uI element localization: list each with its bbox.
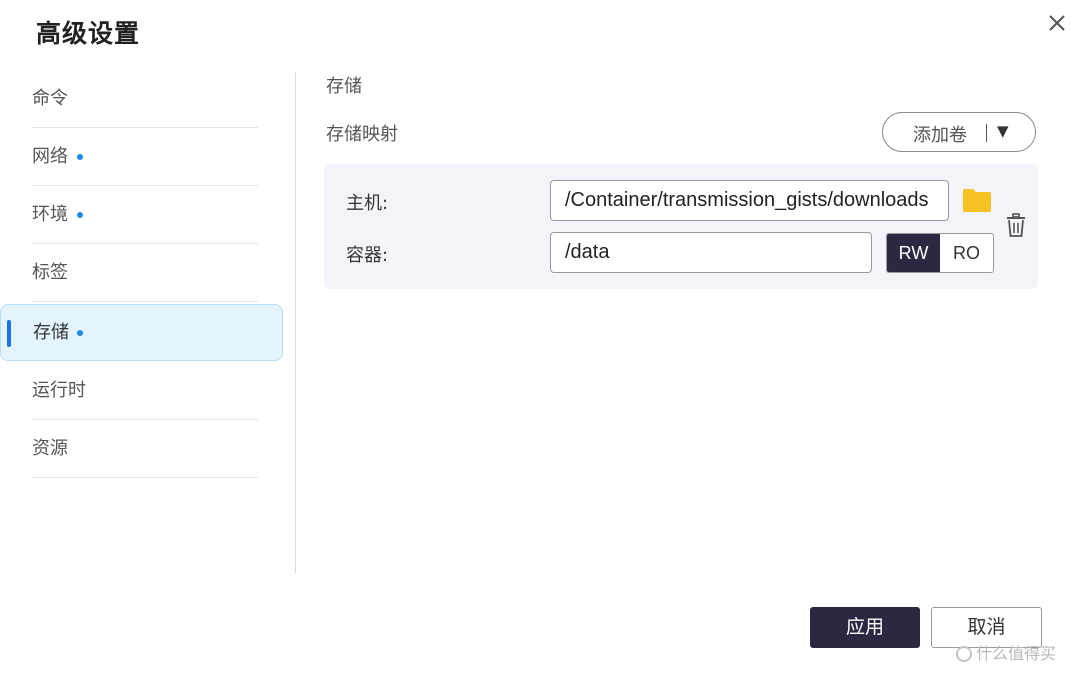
add-volume-button[interactable]: 添加卷 ▼ <box>882 112 1036 152</box>
modified-dot <box>77 212 83 218</box>
container-path-input[interactable] <box>550 232 872 273</box>
sidebar-item-label: 存储 <box>33 322 69 343</box>
sidebar-item-label: 资源 <box>32 438 68 459</box>
section-title: 存储 <box>326 76 362 97</box>
mode-rw-button[interactable]: RW <box>887 234 940 272</box>
sidebar-item-storage[interactable]: 存储 <box>0 304 283 361</box>
sidebar-item-label: 标签 <box>32 262 68 283</box>
sidebar-item-label: 运行时 <box>32 380 86 401</box>
sidebar-item-label: 命令 <box>32 88 68 109</box>
storage-mapping-title: 存储映射 <box>326 124 398 145</box>
sidebar-divider <box>295 72 296 573</box>
sidebar-item-label: 网络 <box>32 146 68 167</box>
sidebar-item-network[interactable]: 网络 <box>0 128 283 186</box>
container-label: 容器: <box>346 245 389 266</box>
watermark-text: 什么值得买 <box>976 644 1057 663</box>
caret-down-icon[interactable]: ▼ <box>997 122 1009 140</box>
sidebar-item-labels[interactable]: 标签 <box>0 244 283 302</box>
sidebar-item-resources[interactable]: 资源 <box>0 420 283 478</box>
mode-ro-button[interactable]: RO <box>940 234 993 272</box>
add-volume-label: 添加卷 <box>913 125 967 146</box>
sidebar-item-environment[interactable]: 环境 <box>0 186 283 244</box>
apply-button[interactable]: 应用 <box>810 607 920 648</box>
modified-dot <box>77 154 83 160</box>
active-indicator <box>7 320 11 347</box>
button-separator <box>986 124 987 142</box>
close-icon[interactable] <box>1042 8 1072 38</box>
watermark: 什么值得买 <box>956 640 1056 664</box>
sidebar-item-runtime[interactable]: 运行时 <box>0 362 283 420</box>
divider <box>32 301 258 302</box>
sidebar-item-command[interactable]: 命令 <box>0 70 283 128</box>
host-label: 主机: <box>346 193 389 214</box>
settings-sidebar: 命令 网络 环境 标签 存储 运行时 资源 <box>0 70 296 575</box>
dialog-title: 高级设置 <box>36 19 141 48</box>
access-mode-toggle: RW RO <box>886 233 994 273</box>
divider <box>32 477 258 478</box>
folder-icon[interactable] <box>962 187 992 213</box>
host-path-input[interactable] <box>550 180 949 221</box>
watermark-logo-icon <box>956 646 972 662</box>
modified-dot <box>77 330 83 336</box>
sidebar-item-label: 环境 <box>32 204 68 225</box>
delete-icon[interactable] <box>1004 212 1028 238</box>
